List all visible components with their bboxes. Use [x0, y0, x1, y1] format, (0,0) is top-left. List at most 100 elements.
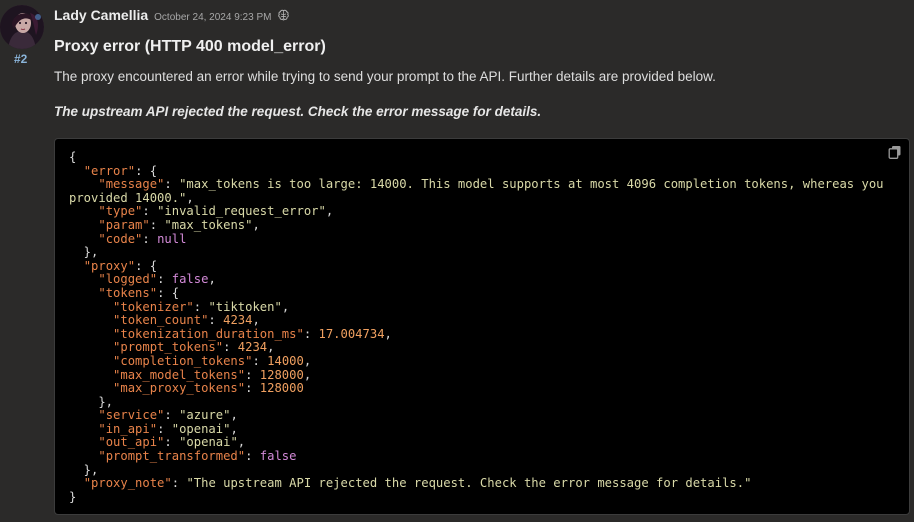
- code-token: :: [149, 217, 165, 232]
- code-token: "logged": [98, 272, 158, 287]
- code-token: "prompt_tokens": [113, 340, 224, 355]
- code-token: :: [193, 299, 209, 314]
- code-token: "message": [98, 177, 165, 192]
- code-line: "out_api": "openai",: [69, 436, 884, 450]
- code-line: }: [69, 489, 884, 505]
- code-token: "code": [98, 231, 143, 246]
- message-index[interactable]: #2: [14, 52, 27, 66]
- code-token: false: [171, 272, 209, 287]
- message-timestamp: October 24, 2024 9:23 PM: [154, 12, 272, 23]
- code-token: ,: [208, 272, 216, 287]
- code-token: "out_api": [98, 435, 165, 450]
- code-line: "code": null: [69, 231, 884, 247]
- code-line: "prompt_tokens": 4234,: [69, 341, 884, 355]
- code-line: "logged": false,: [69, 273, 884, 287]
- code-token: : {: [157, 285, 180, 300]
- code-line: "max_proxy_tokens": 128000: [69, 381, 884, 396]
- code-token: :: [223, 340, 238, 355]
- code-line: },: [69, 245, 884, 260]
- code-token: :: [208, 313, 224, 328]
- code-token: "error": [83, 163, 136, 178]
- code-token: "service": [98, 408, 165, 423]
- code-line: "tokenizer": "tiktoken",: [69, 299, 884, 315]
- code-line: "service": "azure",: [69, 408, 884, 423]
- code-token: "param": [98, 217, 150, 232]
- avatar-image: [0, 5, 44, 49]
- code-line: "tokens": {: [69, 285, 884, 301]
- code-token: :: [164, 408, 180, 423]
- author-name[interactable]: Lady Camellia: [54, 7, 148, 23]
- code-line: "error": {: [69, 163, 884, 179]
- code-token: :: [164, 435, 180, 450]
- code-token: :: [303, 326, 319, 341]
- code-token: "max_proxy_tokens": [113, 381, 246, 396]
- copy-icon[interactable]: [888, 145, 902, 159]
- code-token: :: [142, 204, 158, 219]
- code-token: ,: [252, 217, 260, 232]
- code-token: null: [157, 231, 187, 246]
- code-token: "token_count": [113, 313, 209, 328]
- code-token: "prompt_transformed": [98, 449, 246, 464]
- code-token: "type": [98, 204, 143, 219]
- code-line: "token_count": 4234,: [69, 313, 884, 328]
- code-line: "in_api": "openai",: [69, 421, 884, 437]
- code-line: },: [69, 395, 884, 410]
- code-line: "tokenization_duration_ms": 17.004734,: [69, 326, 884, 342]
- code-token: "The upstream API rejected the request. …: [186, 476, 752, 491]
- code-token: "tokens": [98, 285, 158, 300]
- code-token: ,: [230, 421, 238, 436]
- error-description: The proxy encountered an error while try…: [54, 69, 716, 84]
- code-line: "completion_tokens": 14000,: [69, 353, 884, 369]
- code-token: "in_api": [98, 421, 158, 436]
- code-token: "invalid_request_error": [157, 204, 326, 219]
- code-token: "max_tokens is too large: 14000. This mo…: [179, 177, 884, 192]
- code-token: "openai": [171, 421, 231, 436]
- code-token: ,: [186, 190, 194, 205]
- code-token: :: [157, 421, 172, 436]
- error-note: The upstream API rejected the request. C…: [54, 104, 542, 119]
- code-line: },: [69, 463, 884, 478]
- code-token: "max_tokens": [164, 217, 253, 232]
- code-token: 17.004734: [318, 326, 385, 341]
- code-token: :: [164, 177, 180, 192]
- code-token: :: [157, 272, 172, 287]
- code-token: :: [252, 353, 268, 368]
- code-token: 128000: [259, 381, 304, 396]
- avatar[interactable]: [0, 5, 44, 49]
- brain-icon[interactable]: [277, 9, 290, 22]
- code-token: :: [245, 449, 260, 464]
- code-line: "proxy": {: [69, 258, 884, 274]
- code-token: ,: [325, 204, 334, 219]
- code-token: 14000: [267, 353, 304, 368]
- code-token: ,: [252, 313, 260, 328]
- code-token: : {: [135, 163, 158, 178]
- code-token: ,: [281, 299, 290, 314]
- code-token: false: [259, 449, 297, 464]
- code-token: "tiktoken": [208, 299, 282, 314]
- code-line: "param": "max_tokens",: [69, 217, 884, 233]
- code-token: :: [245, 381, 260, 396]
- code-token: ,: [303, 367, 312, 382]
- code-token: : {: [135, 258, 158, 273]
- message-header: Lady Camellia October 24, 2024 9:23 PM: [54, 7, 290, 23]
- code-line: "type": "invalid_request_error",: [69, 205, 884, 219]
- code-line: "proxy_note": "The upstream API rejected…: [69, 476, 884, 491]
- code-token: }: [69, 489, 77, 504]
- code-line: {: [69, 150, 884, 165]
